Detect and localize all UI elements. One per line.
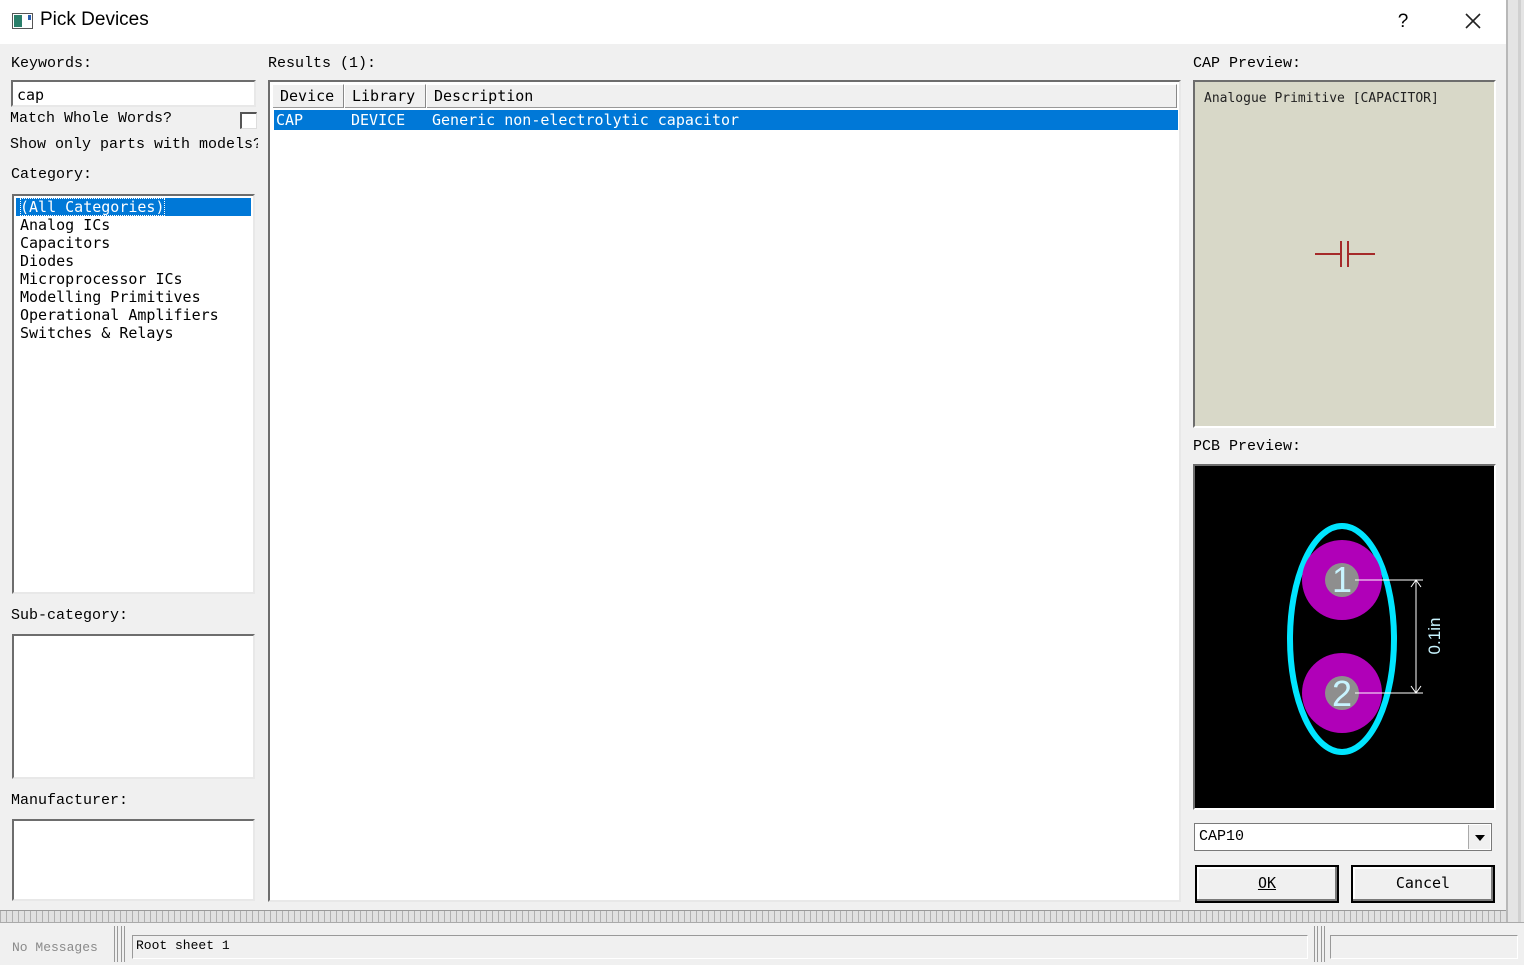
close-button[interactable] [1456,4,1490,38]
window-edge-line [1518,0,1521,922]
ok-button[interactable]: OK [1195,865,1339,903]
manufacturer-list[interactable] [12,819,255,901]
pcb-preview-label: PCB Preview: [1193,438,1302,455]
match-whole-words-checkbox[interactable] [240,112,257,129]
keywords-label: Keywords: [11,55,93,72]
category-item[interactable]: Operational Amplifiers [16,306,251,324]
category-list[interactable]: (All Categories) Analog ICs Capacitors D… [12,194,255,594]
results-table[interactable]: Device Library Description CAP DEVICE Ge… [268,80,1181,902]
column-description[interactable]: Description [426,84,1177,108]
category-item[interactable]: Switches & Relays [16,324,251,342]
chevron-down-icon [1475,835,1485,841]
manufacturer-label: Manufacturer: [11,792,129,809]
category-item[interactable]: Analog ICs [16,216,251,234]
results-header: Device Library Description [272,84,1177,108]
package-select[interactable]: CAP10 [1194,823,1492,851]
category-label: Category: [11,166,93,183]
close-icon [1465,13,1481,29]
title-bar [0,0,1506,44]
category-item[interactable]: Microprocessor ICs [16,270,251,288]
column-device[interactable]: Device [272,84,344,108]
pcb-footprint-icon: 1 2 0.1in [1287,523,1444,755]
app-icon [12,12,34,30]
show-only-models-label[interactable]: Show only parts with models? [10,136,258,153]
category-item[interactable]: (All Categories) [16,198,251,216]
status-panel-right [1330,935,1518,959]
dropdown-button[interactable] [1468,825,1490,849]
subcategory-list[interactable] [12,634,255,779]
table-row[interactable]: CAP DEVICE Generic non-electrolytic capa… [274,110,1178,130]
help-button[interactable]: ? [1388,6,1418,38]
package-value: CAP10 [1199,828,1245,845]
status-sheet: Root sheet 1 [132,935,1308,959]
cap-preview-text: Analogue Primitive [CAPACITOR] [1204,91,1439,106]
window-title: Pick Devices [40,9,149,30]
status-separator [114,926,118,962]
cap-preview-label: CAP Preview: [1193,55,1302,72]
ruler [0,910,1506,922]
cell-library: DEVICE [351,111,406,129]
keywords-input[interactable]: cap [11,80,256,107]
category-item[interactable]: Modelling Primitives [16,288,251,306]
cell-description: Generic non-electrolytic capacitor [432,111,740,129]
dimension-label: 0.1in [1425,618,1444,655]
pad-2-label: 2 [1332,673,1352,714]
cancel-button-label: Cancel [1395,874,1451,892]
cell-device: CAP [276,111,304,129]
status-separator [1321,926,1325,962]
category-item[interactable]: Capacitors [16,234,251,252]
status-separator [121,926,125,962]
pcb-preview: 1 2 0.1in [1193,464,1496,810]
column-library[interactable]: Library [344,84,426,108]
match-whole-words-label: Match Whole Words? [10,110,173,127]
category-item[interactable]: Diodes [16,252,251,270]
subcategory-label: Sub-category: [11,607,129,624]
ok-button-label: OK [1257,874,1277,892]
status-messages[interactable]: No Messages [12,940,98,955]
status-separator [1314,926,1318,962]
pad-1-label: 1 [1332,559,1352,600]
cancel-button[interactable]: Cancel [1351,865,1495,903]
window-edge [1506,0,1524,922]
capacitor-symbol-icon [1315,241,1375,267]
cap-preview: Analogue Primitive [CAPACITOR] [1193,80,1496,428]
results-label: Results (1): [268,55,377,72]
